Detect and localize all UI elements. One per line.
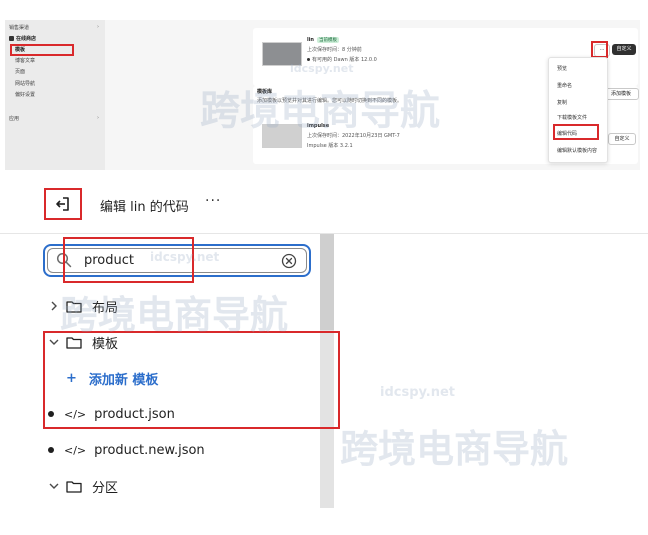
highlight-themes-box: [10, 44, 74, 56]
sidebar-item-online-store[interactable]: 在线商店: [9, 35, 36, 42]
chevron-right-icon: ›: [97, 24, 99, 30]
library-description: 添加模板以预览并对其进行编辑。您可以随时切换到不同的模板。: [257, 98, 403, 104]
sidebar-item-preferences[interactable]: 偏好设置: [15, 91, 35, 98]
watermark-site: idcspy.net: [380, 385, 456, 400]
modified-dot-icon: [48, 447, 54, 453]
status-dot-icon: [307, 58, 310, 61]
folder-icon: [66, 480, 82, 493]
admin-sidebar: 销售渠道 › 在线商店 模板 博客文章 页面 网站导航 偏好设置 应用 ›: [5, 20, 105, 170]
impulse-customize-button[interactable]: 自定义: [608, 133, 636, 145]
impulse-theme-name: impulse: [307, 123, 330, 129]
menu-item-duplicate[interactable]: 复制: [557, 99, 567, 106]
watermark-brand: 跨境电商导航: [340, 427, 569, 471]
current-theme-saved: 上次保存时间：8 分钟前: [307, 47, 362, 53]
highlight-more-button-box: [591, 41, 608, 58]
editor-header: [0, 175, 648, 234]
clear-search-icon[interactable]: [281, 253, 297, 269]
tree-folder-layout[interactable]: 布局: [48, 294, 118, 318]
add-theme-button[interactable]: 添加模板: [603, 88, 639, 100]
customize-button[interactable]: 自定义: [612, 44, 636, 55]
sidebar-item-sales-channels: 销售渠道: [9, 25, 30, 31]
tree-file-product-new-json-label: product.new.json: [94, 442, 205, 458]
tree-folder-layout-label: 布局: [92, 300, 119, 316]
highlight-templates-box: [43, 331, 340, 429]
current-theme-badge: 当前模板: [317, 37, 339, 43]
tree-file-product-new-json[interactable]: </> product.new.json: [46, 438, 205, 462]
highlight-search-box: [63, 237, 194, 283]
sidebar-item-navigation[interactable]: 网站导航: [15, 80, 35, 87]
menu-item-preview[interactable]: 预览: [557, 65, 567, 72]
theme-actions-menu: 预览 重命名 复制 下载模板文件 编辑代码 编辑默认模板内容: [548, 57, 608, 163]
highlight-edit-code-box: [553, 124, 599, 140]
sidebar-item-blog-posts[interactable]: 博客文章: [15, 57, 35, 64]
file-tree-scroll-thumb[interactable]: [320, 234, 334, 330]
menu-item-edit-default-content[interactable]: 编辑默认模板内容: [557, 147, 597, 154]
impulse-thumbnail: [262, 124, 302, 148]
sidebar-item-apps[interactable]: 应用: [9, 115, 19, 122]
store-icon: [9, 36, 14, 41]
folder-icon: [66, 300, 82, 313]
chevron-right-icon: ›: [97, 115, 99, 121]
current-theme-version: 有可用的 Dawn 版本 12.0.0: [307, 56, 377, 63]
code-file-icon: </>: [64, 443, 87, 457]
impulse-theme-version: Impulse 版本 3.2.1: [307, 143, 353, 149]
impulse-theme-saved: 上次保存时间：2022年10月23日 GMT-7: [307, 133, 400, 139]
chevron-down-icon: [48, 482, 60, 490]
theme-thumbnail: [262, 42, 302, 66]
menu-item-download[interactable]: 下载模板文件: [557, 114, 587, 121]
current-theme-name: lin: [307, 37, 314, 43]
editor-title: 编辑 lin 的代码: [100, 200, 189, 215]
tree-folder-sections-label: 分区: [92, 480, 119, 496]
chevron-right-icon: [48, 301, 60, 311]
sidebar-item-pages[interactable]: 页面: [15, 68, 25, 75]
library-heading: 模板库: [257, 89, 273, 95]
highlight-exit-box: [44, 188, 82, 220]
more-options-button[interactable]: ···: [205, 193, 221, 209]
tree-folder-sections[interactable]: 分区: [48, 474, 118, 498]
menu-item-rename[interactable]: 重命名: [557, 82, 572, 89]
